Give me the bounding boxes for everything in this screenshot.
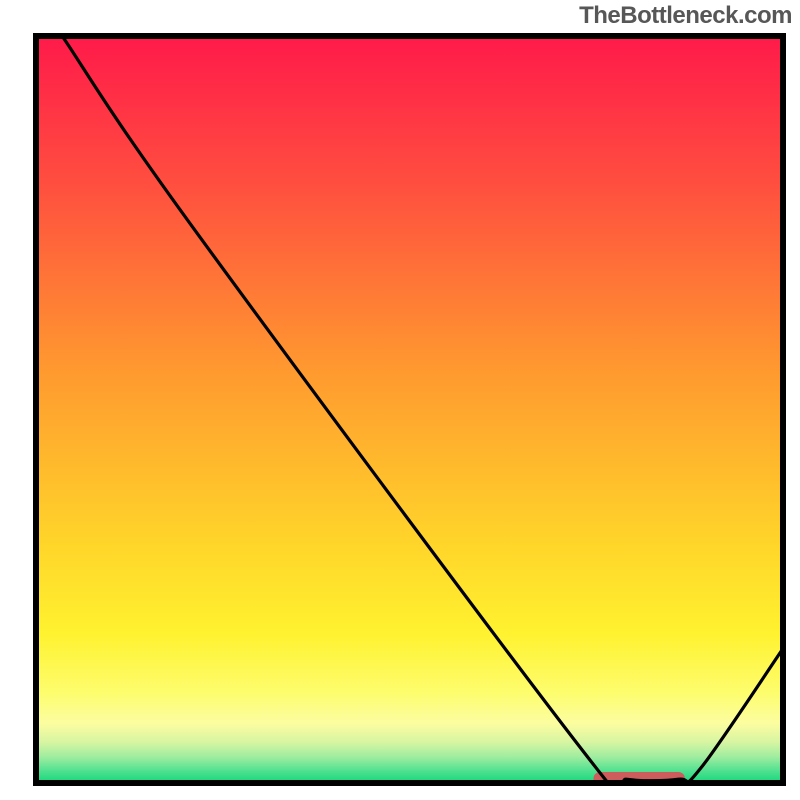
chart-container: TheBottleneck.com [0, 0, 800, 800]
bottleneck-chart [0, 0, 800, 800]
plot-background [36, 36, 783, 783]
attribution-watermark: TheBottleneck.com [579, 2, 792, 30]
